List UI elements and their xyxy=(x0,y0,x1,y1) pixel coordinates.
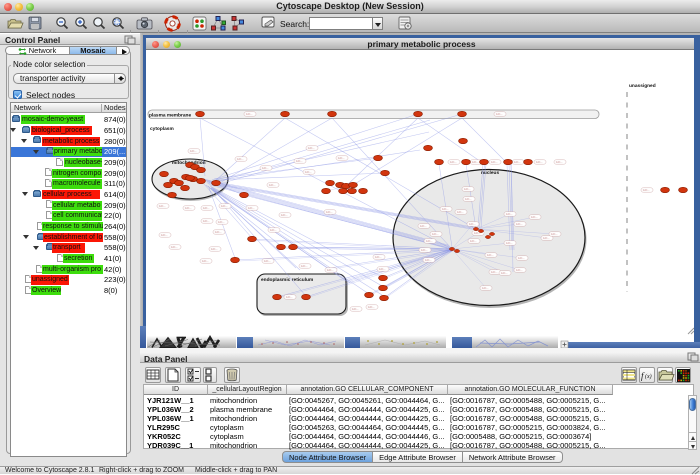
svg-text:GO:-..: GO:-.. xyxy=(432,232,439,236)
svg-text:GO:-..: GO:-.. xyxy=(327,268,334,272)
svg-text:GO:-..: GO:-.. xyxy=(464,187,471,191)
svg-text:GO:-..: GO:-.. xyxy=(305,170,312,174)
svg-text:GO:-..: GO:-.. xyxy=(556,160,563,164)
svg-text:GO:-..: GO:-.. xyxy=(301,264,308,268)
svg-text:GO:-..: GO:-.. xyxy=(496,112,503,116)
svg-text:GO:-..: GO:-.. xyxy=(262,166,269,170)
svg-text:GO:-..: GO:-.. xyxy=(221,204,228,208)
svg-text:GO:-..: GO:-.. xyxy=(501,271,508,275)
svg-text:unassigned: unassigned xyxy=(629,83,656,89)
svg-text:GO:-..: GO:-.. xyxy=(270,228,277,232)
svg-text:GO:-..: GO:-.. xyxy=(506,241,513,245)
svg-text:GO:-..: GO:-.. xyxy=(286,295,293,299)
svg-text:GO:-..: GO:-.. xyxy=(185,206,192,210)
svg-text:GO:-..: GO:-.. xyxy=(248,206,255,210)
svg-text:GO:-..: GO:-.. xyxy=(643,188,650,192)
svg-text:GO:-..: GO:-.. xyxy=(487,253,494,257)
svg-text:GO:-..: GO:-.. xyxy=(368,305,375,309)
svg-text:GO:-..: GO:-.. xyxy=(375,255,382,259)
svg-text:GO:-..: GO:-.. xyxy=(215,230,222,234)
svg-text:GO:-..: GO:-.. xyxy=(269,183,276,187)
svg-text:GO:-..: GO:-.. xyxy=(246,112,253,116)
svg-text:GO:-..: GO:-.. xyxy=(442,207,449,211)
svg-text:GO:-..: GO:-.. xyxy=(421,248,428,252)
svg-text:GO:-..: GO:-.. xyxy=(326,210,333,214)
svg-text:GO:-..: GO:-.. xyxy=(516,268,523,272)
svg-text:GO:-..: GO:-.. xyxy=(264,259,271,263)
svg-text:GO:-..: GO:-.. xyxy=(482,286,489,290)
svg-text:plasma membrane: plasma membrane xyxy=(149,113,191,119)
svg-text:GO:-..: GO:-.. xyxy=(211,247,218,251)
svg-text:GO:-..: GO:-.. xyxy=(531,215,538,219)
svg-text:GO:-..: GO:-.. xyxy=(171,245,178,249)
svg-text:GO:-..: GO:-.. xyxy=(469,222,476,226)
svg-text:GO:-..: GO:-.. xyxy=(426,239,433,243)
svg-text:GO:-..: GO:-.. xyxy=(296,159,303,163)
svg-text:(x): (x) xyxy=(645,373,652,380)
svg-text:GO:-..: GO:-.. xyxy=(551,232,558,236)
svg-text:GO:-..: GO:-.. xyxy=(202,259,209,263)
svg-text:GO:-..: GO:-.. xyxy=(203,219,210,223)
svg-text:GO:-..: GO:-.. xyxy=(465,197,472,201)
svg-text:GO:-..: GO:-.. xyxy=(190,149,197,153)
svg-text:GO:-..: GO:-.. xyxy=(425,258,432,262)
svg-text:endoplasmic reticulum: endoplasmic reticulum xyxy=(261,277,313,283)
svg-text:GO:-..: GO:-.. xyxy=(420,224,427,228)
svg-text:GO:-..: GO:-.. xyxy=(379,267,386,271)
svg-text:GO:-..: GO:-.. xyxy=(450,160,457,164)
svg-text:GO:-..: GO:-.. xyxy=(543,236,550,240)
svg-text:GO:-..: GO:-.. xyxy=(338,156,345,160)
svg-text:GO:-..: GO:-.. xyxy=(308,146,315,150)
svg-text:GO:-..: GO:-.. xyxy=(491,160,498,164)
svg-text:GO:-..: GO:-.. xyxy=(281,213,288,217)
svg-text:GO:-..: GO:-.. xyxy=(518,256,525,260)
svg-text:GO:-..: GO:-.. xyxy=(457,210,464,214)
svg-text:GO:-..: GO:-.. xyxy=(514,160,521,164)
svg-text:GO:-..: GO:-.. xyxy=(352,307,359,311)
svg-text:GO:-..: GO:-.. xyxy=(470,239,477,243)
svg-text:GO:-..: GO:-.. xyxy=(161,233,168,237)
svg-text:cytoplasm: cytoplasm xyxy=(150,126,174,132)
svg-text:GO:-..: GO:-.. xyxy=(491,270,498,274)
svg-text:GO:-..: GO:-.. xyxy=(203,206,210,210)
svg-text:GO:-..: GO:-.. xyxy=(237,157,244,161)
svg-text:GO:-..: GO:-.. xyxy=(472,160,479,164)
svg-text:GO:-..: GO:-.. xyxy=(218,220,225,224)
svg-text:GO:-..: GO:-.. xyxy=(536,160,543,164)
svg-text:GO:-..: GO:-.. xyxy=(516,222,523,226)
svg-text:GO:-..: GO:-.. xyxy=(506,212,513,216)
svg-text:GO:-..: GO:-.. xyxy=(159,204,166,208)
